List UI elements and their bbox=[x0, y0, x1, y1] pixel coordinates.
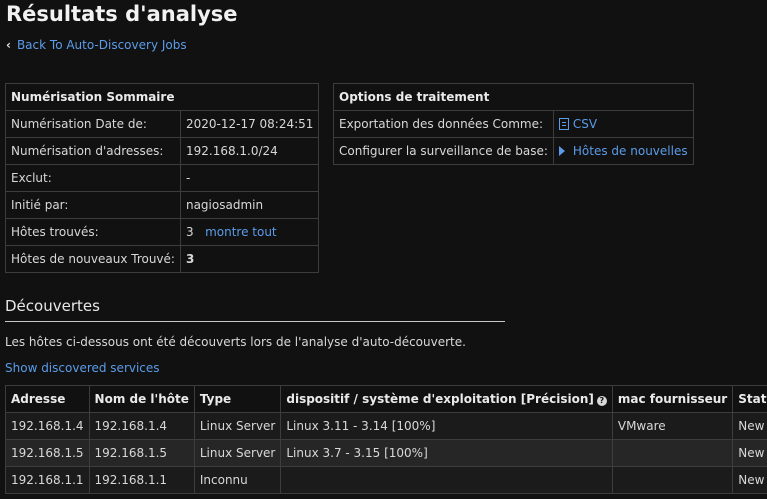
summary-value: 2020-12-17 08:24:51 bbox=[179, 110, 320, 138]
summary-label: Exclut: bbox=[5, 164, 181, 192]
summary-row-new-hosts: Hôtes de nouveaux Trouvé: 3 bbox=[5, 245, 320, 273]
cell-os: Linux 3.7 - 3.15 [100%] bbox=[280, 439, 613, 467]
summary-value: 192.168.1.0/24 bbox=[179, 137, 320, 165]
cell-address: 192.168.1.5 bbox=[5, 439, 90, 467]
cell-address: 192.168.1.1 bbox=[5, 466, 90, 494]
discoveries-title: Découvertes bbox=[5, 297, 505, 322]
cell-os: Linux 3.11 - 3.14 [100%] bbox=[280, 412, 613, 440]
os-column-label: dispositif / système d'exploitation [Pré… bbox=[286, 392, 594, 406]
page-title: Résultats d'analyse bbox=[6, 2, 238, 26]
cell-hostname: 192.168.1.5 bbox=[88, 439, 195, 467]
cell-status: New bbox=[732, 439, 767, 467]
summary-label: Numérisation Date de: bbox=[5, 110, 181, 138]
chevron-left-icon: ‹ bbox=[6, 38, 11, 52]
summary-row-date: Numérisation Date de: 2020-12-17 08:24:5… bbox=[5, 110, 320, 138]
play-triangle-icon bbox=[558, 146, 565, 156]
cell-type: Linux Server bbox=[193, 439, 282, 467]
discoveries-description: Les hôtes ci-dessous ont été découverts … bbox=[5, 335, 466, 349]
monitor-link-label: Hôtes de nouvelles bbox=[572, 144, 688, 158]
summary-label: Hôtes trouvés: bbox=[5, 218, 181, 246]
processing-options-table: Options de traitement Exportation des do… bbox=[333, 83, 694, 165]
column-header-os[interactable]: dispositif / système d'exploitation [Pré… bbox=[280, 385, 613, 413]
column-header-status[interactable]: Statut bbox=[732, 385, 767, 413]
summary-label: Numérisation d'adresses: bbox=[5, 137, 181, 165]
column-header-type[interactable]: Type bbox=[193, 385, 282, 413]
column-header-hostname[interactable]: Nom de l'hôte bbox=[88, 385, 195, 413]
column-header-address[interactable]: Adresse bbox=[5, 385, 90, 413]
options-header: Options de traitement bbox=[333, 83, 694, 111]
show-discovered-services-link[interactable]: Show discovered services bbox=[5, 361, 160, 375]
summary-header: Numérisation Sommaire bbox=[4, 83, 320, 111]
column-header-mac-vendor[interactable]: mac fournisseur bbox=[611, 385, 734, 413]
table-row: 192.168.1.1 192.168.1.1 Inconnu New bbox=[5, 466, 767, 494]
question-circle-icon[interactable]: ? bbox=[596, 396, 607, 406]
summary-label: Hôtes de nouveaux Trouvé: bbox=[5, 245, 181, 273]
cell-mac-vendor bbox=[611, 439, 734, 467]
cell-status: New bbox=[732, 466, 767, 494]
cell-status: New bbox=[732, 412, 767, 440]
back-link-label: Back To Auto-Discovery Jobs bbox=[16, 38, 187, 52]
scan-summary-table: Numérisation Sommaire Numérisation Date … bbox=[4, 83, 320, 273]
cell-mac-vendor: VMware bbox=[611, 412, 734, 440]
cell-type: Linux Server bbox=[193, 412, 282, 440]
table-header-row: Adresse Nom de l'hôte Type dispositif / … bbox=[5, 385, 767, 413]
options-row-export: Exportation des données Comme: CSV bbox=[333, 110, 694, 138]
export-csv-link[interactable]: CSV bbox=[558, 117, 598, 131]
table-row: 192.168.1.4 192.168.1.4 Linux Server Lin… bbox=[5, 412, 767, 440]
show-all-link[interactable]: montre tout bbox=[205, 225, 277, 239]
summary-row-excludes: Exclut: - bbox=[5, 164, 320, 192]
cell-address: 192.168.1.4 bbox=[5, 412, 90, 440]
cell-hostname: 192.168.1.1 bbox=[88, 466, 195, 494]
monitor-new-hosts-link[interactable]: Hôtes de nouvelles bbox=[558, 144, 688, 158]
summary-label: Initié par: bbox=[5, 191, 181, 219]
table-row: 192.168.1.5 192.168.1.5 Linux Server Lin… bbox=[5, 439, 767, 467]
summary-value: - bbox=[179, 164, 320, 192]
options-row-monitor: Configurer la surveillance de base: Hôte… bbox=[333, 137, 694, 165]
export-label: Exportation des données Comme: bbox=[333, 110, 554, 138]
new-hosts-count: 3 bbox=[179, 245, 320, 273]
summary-row-initiated-by: Initié par: nagiosadmin bbox=[5, 191, 320, 219]
hosts-found-count: 3 bbox=[185, 225, 194, 239]
cell-mac-vendor bbox=[611, 466, 734, 494]
cell-os bbox=[280, 466, 613, 494]
cell-type: Inconnu bbox=[193, 466, 282, 494]
document-icon bbox=[558, 118, 569, 130]
cell-hostname: 192.168.1.4 bbox=[88, 412, 195, 440]
summary-row-hosts-found: Hôtes trouvés: 3 montre tout bbox=[5, 218, 320, 246]
summary-value: nagiosadmin bbox=[179, 191, 320, 219]
summary-row-addresses: Numérisation d'adresses: 192.168.1.0/24 bbox=[5, 137, 320, 165]
csv-link-label: CSV bbox=[572, 117, 598, 131]
monitor-label: Configurer la surveillance de base: bbox=[333, 137, 554, 165]
discovered-hosts-table: Adresse Nom de l'hôte Type dispositif / … bbox=[5, 385, 767, 494]
back-to-jobs-link[interactable]: ‹ Back To Auto-Discovery Jobs bbox=[6, 38, 187, 52]
